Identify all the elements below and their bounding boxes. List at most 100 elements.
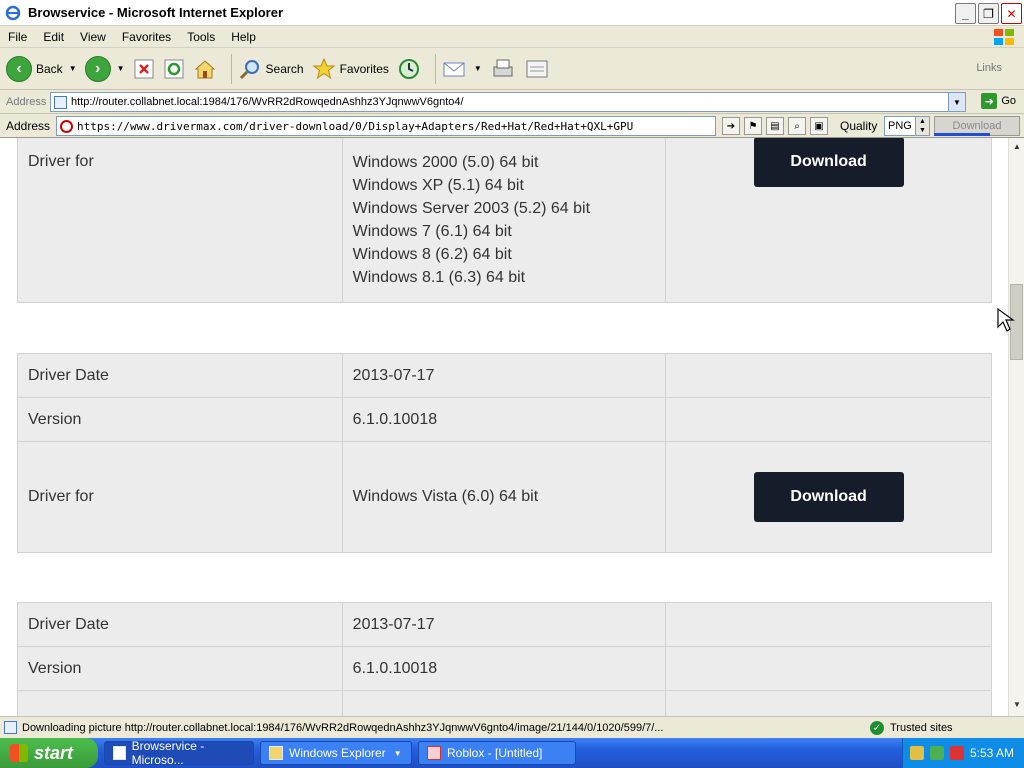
task-label: Browservice - Microso...: [131, 739, 205, 767]
task-browservice[interactable]: Browservice - Microso...: [104, 739, 254, 767]
close-button[interactable]: ✕: [1001, 3, 1022, 24]
table-row: Driver Date 2013-07-17: [17, 602, 992, 647]
favorites-button[interactable]: Favorites: [312, 52, 389, 86]
ie-icon: [4, 4, 22, 22]
back-button[interactable]: ‹ Back ▼: [6, 52, 77, 86]
go-arrow-icon: ➜: [981, 93, 998, 109]
os-item: Windows Vista (6.0) 64 bit: [341, 441, 667, 553]
favorites-label: Favorites: [339, 61, 389, 76]
go-button[interactable]: ➜ Go: [981, 93, 1016, 109]
roblox-icon: [427, 746, 441, 760]
windows-logo-icon: [992, 27, 1016, 47]
browservice-bar: Address https://www.drivermax.com/driver…: [0, 114, 1024, 138]
mail-dropdown-icon[interactable]: ▼: [474, 64, 482, 73]
driver-for-label: Driver for: [17, 138, 343, 303]
maximize-button[interactable]: ❐: [978, 3, 999, 24]
menu-favorites[interactable]: Favorites: [114, 30, 179, 44]
forward-dropdown-icon[interactable]: ▼: [117, 64, 125, 73]
address-dropdown-icon[interactable]: ▼: [948, 93, 965, 111]
menu-help[interactable]: Help: [223, 30, 264, 44]
home-button[interactable]: [193, 52, 217, 86]
download-cell: Download: [665, 138, 992, 303]
driver-date-label: Driver Date: [17, 602, 343, 647]
mail-button[interactable]: ▼: [442, 52, 482, 86]
menu-edit[interactable]: Edit: [35, 30, 72, 44]
trusted-sites-icon: ✓: [870, 721, 884, 735]
bookmark-icon[interactable]: ⚑: [744, 117, 762, 135]
download-button[interactable]: Download: [753, 138, 904, 187]
stop-icon: [134, 59, 154, 78]
folder-icon: [269, 746, 283, 760]
group-dropdown-icon[interactable]: ▼: [394, 749, 402, 758]
clipboard-icon[interactable]: ▣: [810, 117, 828, 135]
os-item: Windows 2000 (5.0) 64 bit: [352, 154, 539, 171]
menu-view[interactable]: View: [72, 30, 114, 44]
refresh-button[interactable]: [163, 52, 185, 86]
browservice-address-input[interactable]: https://www.drivermax.com/driver-downloa…: [56, 116, 716, 136]
search-icon: [239, 59, 259, 79]
os-list: Windows 2000 (5.0) 64 bit Windows XP (5.…: [341, 138, 667, 303]
task-roblox[interactable]: Roblox - [Untitled]: [418, 741, 576, 765]
tray-shield-icon[interactable]: [949, 746, 964, 760]
quality-spinner-icon[interactable]: ▲ ▼: [915, 117, 929, 135]
download-progress-bar: [934, 133, 990, 136]
menu-tools[interactable]: Tools: [179, 30, 223, 44]
page-content: Driver for Windows 2000 (5.0) 64 bit Win…: [0, 138, 1008, 716]
task-label: Roblox - [Untitled]: [447, 746, 543, 760]
links-label[interactable]: Links: [976, 62, 1002, 74]
edit-button[interactable]: [524, 52, 550, 86]
mail-icon: [443, 62, 465, 76]
menu-file[interactable]: File: [0, 30, 35, 44]
mouse-cursor-icon: [997, 307, 1015, 332]
clock[interactable]: 5:53 AM: [970, 746, 1014, 760]
quality-value: PNG: [888, 120, 912, 132]
page-find-icon[interactable]: ▤: [766, 117, 784, 135]
stop-button[interactable]: [133, 52, 155, 86]
printer-icon: [493, 59, 513, 76]
scroll-up-icon[interactable]: ▲: [1011, 142, 1023, 154]
security-zone[interactable]: ✓ Trusted sites: [870, 721, 953, 735]
standard-toolbar: ‹ Back ▼ › ▼ Search Favorites ▼ Links: [0, 48, 1024, 90]
driver-date-label: Driver Date: [17, 353, 343, 398]
os-item: Windows 8.1 (6.3) 64 bit: [352, 269, 526, 286]
driver-date-value: 2013-07-17: [341, 353, 667, 398]
empty-cell: [17, 690, 343, 716]
system-tray: 5:53 AM: [902, 738, 1024, 768]
table-row: Driver for Windows 2000 (5.0) 64 bit Win…: [17, 138, 992, 303]
scroll-down-icon[interactable]: ▼: [1011, 700, 1023, 712]
empty-cell: [665, 646, 992, 691]
status-page-icon: [4, 721, 17, 734]
vertical-scrollbar[interactable]: ▲ ▼: [1008, 138, 1024, 716]
address-label: Address: [6, 95, 47, 108]
tray-network-icon[interactable]: [929, 746, 944, 760]
empty-cell: [341, 690, 667, 716]
search-button[interactable]: Search: [238, 52, 304, 86]
table-row: Driver Date 2013-07-17: [17, 353, 992, 398]
download-button[interactable]: Download: [753, 472, 904, 522]
empty-cell: [665, 690, 992, 716]
tray-key-icon[interactable]: [909, 746, 924, 760]
table-row: Version 6.1.0.10018: [17, 397, 992, 442]
forward-arrow-icon: ›: [84, 55, 111, 82]
version-value: 6.1.0.10018: [341, 646, 667, 691]
back-dropdown-icon[interactable]: ▼: [69, 64, 77, 73]
version-value: 6.1.0.10018: [341, 397, 667, 442]
home-icon: [194, 59, 215, 78]
os-item: Windows Server 2003 (5.2) 64 bit: [352, 200, 591, 217]
quality-select[interactable]: PNG ▲ ▼: [884, 116, 930, 136]
find-binoculars-icon[interactable]: ⌕: [788, 117, 806, 135]
status-bar: Downloading picture http://router.collab…: [0, 716, 1024, 738]
minimize-button[interactable]: _: [955, 3, 976, 24]
navigate-arrow-icon[interactable]: ➔: [722, 117, 740, 135]
task-windows-explorer[interactable]: Windows Explorer ▼: [260, 741, 412, 765]
print-button[interactable]: [490, 52, 516, 86]
forward-button[interactable]: › ▼: [84, 52, 125, 86]
os-item: Windows 8 (6.2) 64 bit: [352, 246, 512, 263]
empty-cell: [665, 602, 992, 647]
start-button[interactable]: start: [0, 738, 98, 768]
star-icon: [312, 57, 335, 79]
go-label: Go: [1001, 95, 1016, 107]
address-input[interactable]: http://router.collabnet.local:1984/176/W…: [50, 92, 966, 112]
history-button[interactable]: [397, 52, 421, 86]
table-row: Driver for Windows Vista (6.0) 64 bit Do…: [17, 441, 992, 553]
